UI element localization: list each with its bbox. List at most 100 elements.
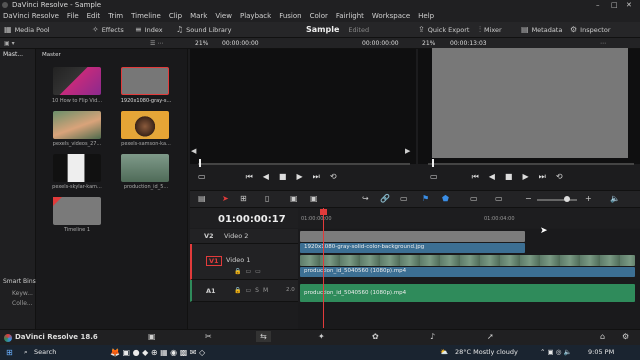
fairlight-page-icon[interactable]: ♪: [430, 332, 435, 341]
jog-right-icon[interactable]: ⏭: [539, 172, 546, 182]
media-pool-button[interactable]: ▦ Media Pool: [4, 22, 50, 38]
detail-zoom-icon[interactable]: ▭: [495, 194, 503, 203]
timeline-clip-a1[interactable]: production_id_5040560 (1080p).mp4: [300, 284, 635, 302]
mark-in-icon[interactable]: ◀: [191, 147, 196, 155]
timeline-clip-v1-thumbs[interactable]: [300, 255, 635, 266]
reverse-icon[interactable]: ◀: [263, 172, 269, 182]
menu-item[interactable]: Workspace: [372, 10, 410, 22]
menu-item[interactable]: Fusion: [279, 10, 301, 22]
loop-icon[interactable]: ⟲: [556, 172, 563, 182]
media-thumbnail[interactable]: [53, 154, 101, 182]
full-extent-icon[interactable]: ▭: [470, 194, 478, 203]
play-icon[interactable]: ▶: [522, 172, 528, 182]
mixer-button[interactable]: ⫶ Mixer: [479, 22, 502, 38]
menu-item[interactable]: Fairlight: [336, 10, 364, 22]
settings-icon[interactable]: ⚙: [622, 332, 629, 341]
viewer-options-icon[interactable]: ▭: [198, 172, 206, 182]
lock-icon[interactable]: 🔒: [234, 287, 241, 294]
timeline-clip-v1[interactable]: production_id_5040560 (1080p).mp4: [300, 267, 635, 277]
insert-icon[interactable]: ▣: [290, 194, 298, 203]
lock-icon[interactable]: 🔒: [234, 268, 241, 275]
menu-item[interactable]: Edit: [87, 10, 101, 22]
taskbar-apps[interactable]: 🦊 ▣ ● ◆ ⊕ ▦ ◉ ▩ ✉ ◇: [110, 345, 205, 360]
track-header-v1[interactable]: V1 Video 1 🔒 ▭ ▭: [190, 244, 298, 280]
media-thumbnail[interactable]: [53, 111, 101, 139]
track-header-v2[interactable]: V2 Video 2: [190, 229, 298, 244]
position-lock-icon[interactable]: ▭: [400, 194, 408, 203]
menu-item[interactable]: Color: [310, 10, 328, 22]
bin-master[interactable]: Mast...: [3, 51, 23, 58]
play-icon[interactable]: ▶: [296, 172, 302, 182]
menu-item[interactable]: View: [215, 10, 232, 22]
playhead-handle[interactable]: [320, 209, 327, 215]
menu-item[interactable]: Mark: [190, 10, 207, 22]
layout-icon[interactable]: ▤: [198, 194, 206, 203]
source-scrub-bar[interactable]: [198, 163, 410, 165]
loop-icon[interactable]: ⟲: [330, 172, 337, 182]
media-thumbnail[interactable]: [121, 111, 169, 139]
playhead[interactable]: [323, 208, 324, 328]
auto-select-icon[interactable]: ▭: [245, 268, 251, 275]
media-thumbnail[interactable]: [121, 154, 169, 182]
fusion-page-icon[interactable]: ✦: [318, 332, 325, 341]
menu-item[interactable]: DaVinci Resolve: [3, 10, 59, 22]
close-icon[interactable]: ✕: [626, 0, 632, 10]
menu-item[interactable]: Clip: [169, 10, 182, 22]
home-icon[interactable]: ⌂: [600, 332, 605, 341]
jog-left-icon[interactable]: ⏮: [246, 172, 253, 182]
audio-volume-icon[interactable]: 🔈: [610, 194, 620, 203]
menu-item[interactable]: File: [67, 10, 79, 22]
clock[interactable]: 9:05 PM: [588, 345, 614, 360]
maximize-icon[interactable]: □: [611, 0, 618, 10]
auto-select-icon[interactable]: ▭: [245, 287, 251, 294]
link-icon[interactable]: 🔗: [380, 194, 390, 203]
media-page-icon[interactable]: ▣: [148, 332, 156, 341]
quick-export-button[interactable]: ⇪ Quick Export: [418, 22, 469, 38]
stop-icon[interactable]: ■: [505, 172, 513, 182]
timeline-timecode[interactable]: 01:00:00:17: [218, 214, 286, 225]
taskbar-search[interactable]: Search: [34, 345, 56, 360]
jog-left-icon[interactable]: ⏮: [472, 172, 479, 182]
zoom-slider-handle[interactable]: [564, 196, 570, 202]
viewer-options-icon[interactable]: ▭: [430, 172, 438, 182]
index-button[interactable]: ≡ Index: [135, 22, 163, 38]
menu-item[interactable]: Playback: [240, 10, 271, 22]
weather-text[interactable]: 28°C Mostly cloudy: [455, 345, 518, 360]
trim-icon[interactable]: ⊞: [240, 194, 247, 203]
minimize-icon[interactable]: –: [596, 0, 600, 10]
flag-icon[interactable]: ⚑: [422, 194, 429, 203]
timeline-clip-v2-label[interactable]: 1920x1080-gray-solid-color-background.jp…: [300, 243, 525, 253]
cut-page-icon[interactable]: ✂: [205, 332, 212, 341]
media-thumbnail[interactable]: [53, 67, 101, 95]
timeline-clip-v2[interactable]: [300, 231, 525, 242]
edit-page-icon[interactable]: ⇆: [256, 331, 271, 342]
sound-library-button[interactable]: ♫ Sound Library: [176, 22, 231, 38]
track-header-a1[interactable]: A1 🔒 ▭ S M 2.0: [190, 280, 298, 302]
snapping-icon[interactable]: ↪: [362, 194, 369, 203]
jog-right-icon[interactable]: ⏭: [313, 172, 320, 182]
system-tray[interactable]: ⌃ ▣ ◎ 🔈: [540, 345, 572, 360]
mark-out-icon[interactable]: ▶: [405, 147, 410, 155]
smart-bin-collections[interactable]: Colle...: [12, 300, 33, 307]
overwrite-icon[interactable]: ▣: [310, 194, 318, 203]
zoom-slider[interactable]: [537, 199, 577, 201]
solo-button[interactable]: S: [255, 287, 259, 294]
reverse-icon[interactable]: ◀: [489, 172, 495, 182]
source-viewer[interactable]: [190, 49, 416, 164]
inspector-button[interactable]: ⚙ Inspector: [570, 22, 611, 38]
media-thumbnail[interactable]: [121, 67, 169, 95]
menu-item[interactable]: Timeline: [131, 10, 161, 22]
blade-icon[interactable]: ▯: [265, 194, 269, 203]
program-scrub-bar[interactable]: [428, 163, 634, 165]
stop-icon[interactable]: ■: [279, 172, 287, 182]
effects-button[interactable]: ✧ Effects: [92, 22, 124, 38]
taskbar-search-icon[interactable]: ⌕: [24, 345, 28, 360]
timeline-ruler[interactable]: 01:00:00:00 01:00:04:00: [298, 208, 640, 228]
zoom-out-icon[interactable]: −: [525, 194, 532, 203]
smart-bin-keywords[interactable]: Keyw...: [12, 290, 33, 297]
track-visibility-icon[interactable]: ▭: [255, 268, 261, 275]
deliver-page-icon[interactable]: ➚: [487, 332, 494, 341]
metadata-button[interactable]: ▤ Metadata: [521, 22, 562, 38]
view-options-icon[interactable]: ☰ ⋯: [150, 38, 163, 49]
zoom-in-icon[interactable]: +: [585, 194, 592, 203]
